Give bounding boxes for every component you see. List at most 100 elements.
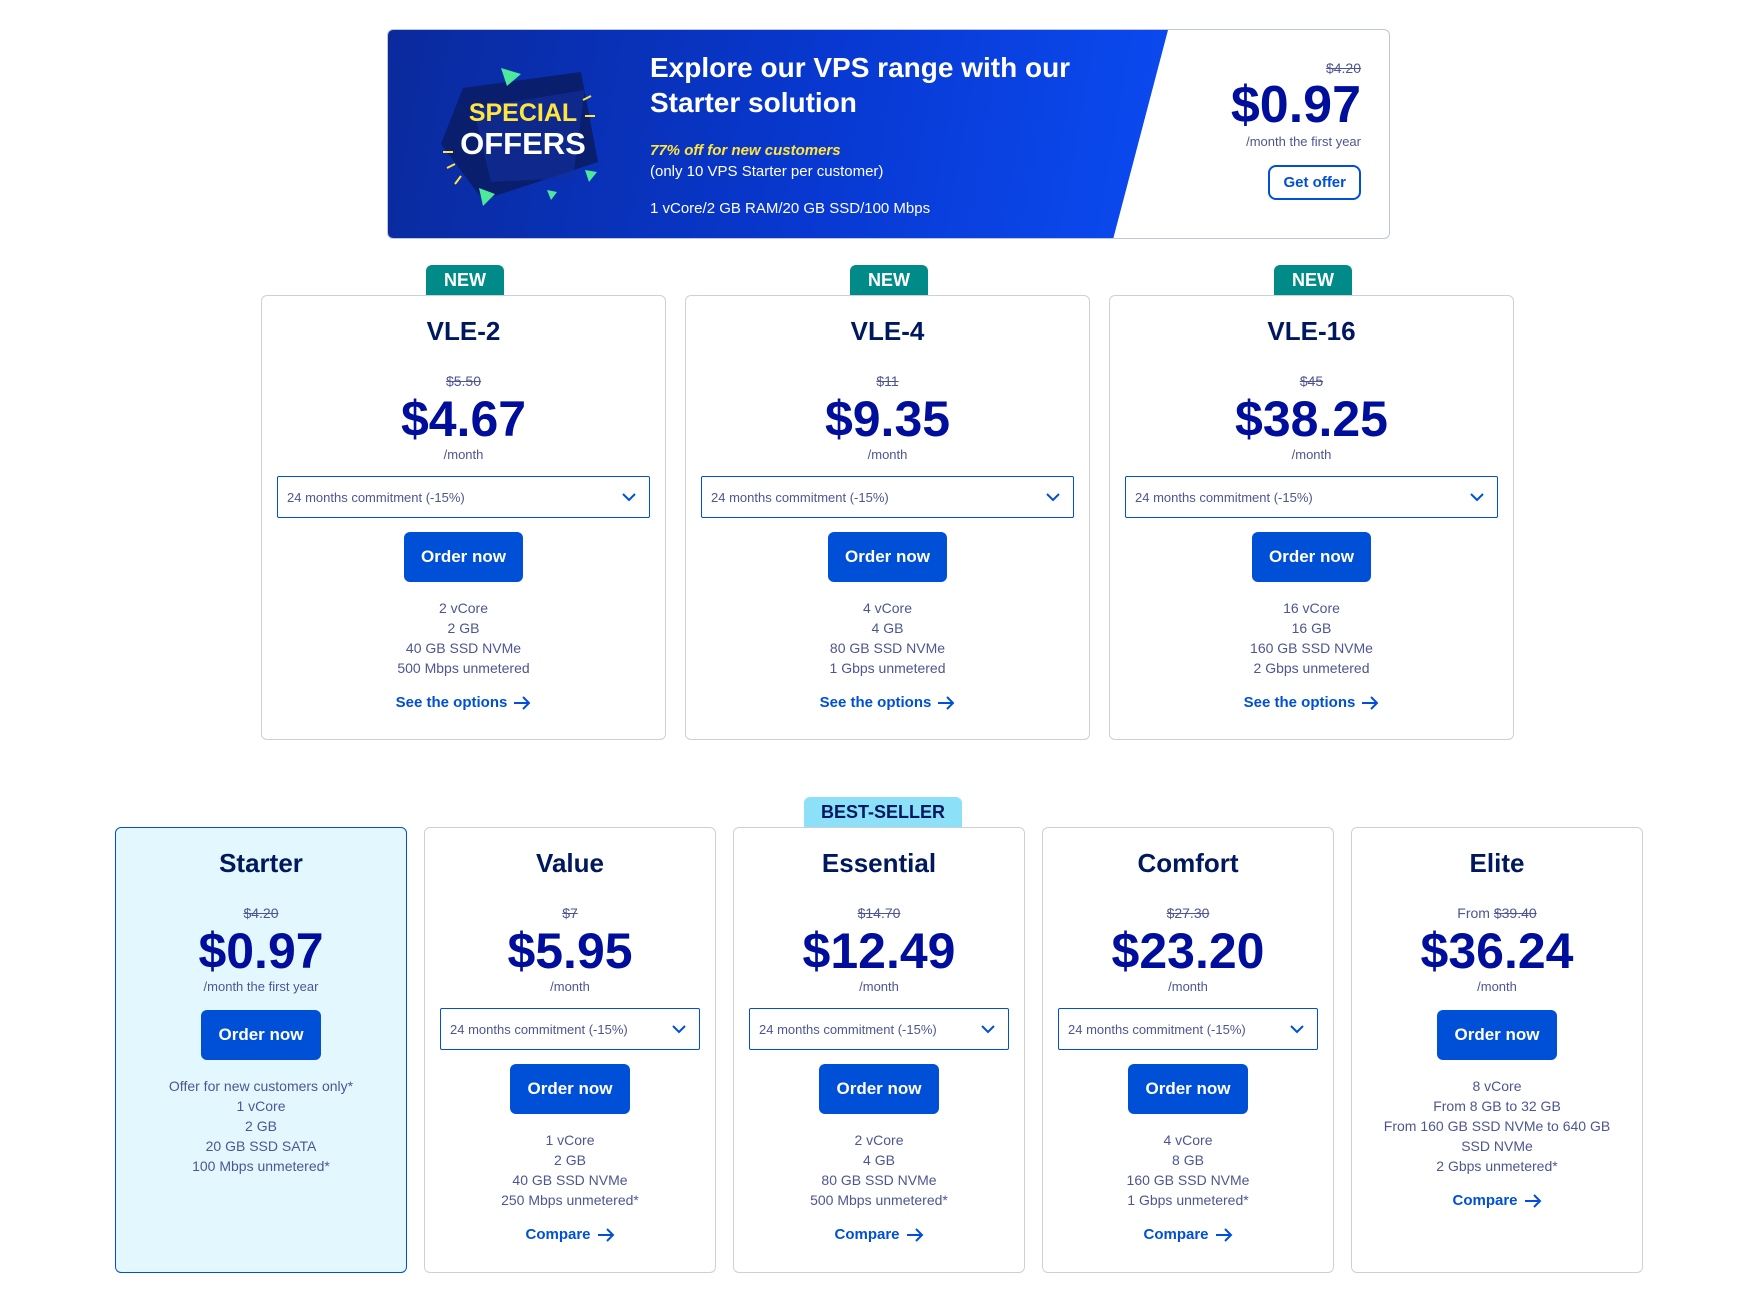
order-now-button[interactable]: Order now	[403, 532, 523, 582]
compare-link[interactable]: Compare	[1143, 1226, 1232, 1243]
price-period: /month	[550, 979, 590, 994]
feature-item: 4 vCore	[1163, 1132, 1213, 1148]
new-tag-vle-4: NEW	[850, 265, 928, 295]
price-period: /month	[867, 447, 908, 462]
plan-card-value: Value $7 $5.95 /month 24 months commitme…	[424, 827, 716, 1273]
compare-label: Compare	[834, 1226, 900, 1243]
order-now-button[interactable]: Order now	[510, 1064, 630, 1114]
best-seller-tag: BEST-SELLER	[804, 797, 963, 827]
plan-card-starter: Starter $4.20 $0.97 /month the first yea…	[115, 827, 407, 1273]
price: $23.20	[1111, 923, 1265, 979]
feature-item: 40 GB SSD NVMe	[405, 640, 522, 656]
banner-note: (only 10 VPS Starter per customer)	[650, 163, 884, 180]
chevron-down-icon	[981, 1025, 995, 1034]
plan-name: Comfort	[1137, 848, 1239, 878]
order-now-button[interactable]: Order now	[1251, 532, 1371, 582]
order-now-button[interactable]: Order now	[1437, 1010, 1557, 1060]
old-price: $45	[1299, 373, 1324, 389]
feature-item: 2 vCore	[438, 600, 489, 616]
order-now-button[interactable]: Order now	[201, 1010, 321, 1060]
plan-name: Starter	[219, 848, 303, 878]
see-options-link[interactable]: See the options	[820, 694, 956, 711]
arrow-right-icon	[1215, 1227, 1232, 1242]
plan-card-essential: Essential $14.70 $12.49 /month 24 months…	[733, 827, 1025, 1273]
commitment-select[interactable]: 24 months commitment (-15%)	[749, 1008, 1009, 1050]
arrow-right-icon	[906, 1227, 923, 1242]
old-price: $7	[562, 905, 578, 921]
banner-price-area: $4.20 $0.97 /month the first year Get of…	[1141, 60, 1361, 200]
see-options-link[interactable]: See the options	[396, 694, 532, 711]
see-options-label: See the options	[1243, 694, 1356, 711]
compare-link[interactable]: Compare	[525, 1226, 614, 1243]
feature-item: 80 GB SSD NVMe	[821, 1172, 937, 1188]
feature-item: 16 vCore	[1283, 600, 1340, 616]
price: $9.35	[824, 391, 951, 447]
old-price: $27.30	[1166, 905, 1210, 921]
plan-name: Elite	[1469, 848, 1525, 878]
compare-link[interactable]: Compare	[834, 1226, 923, 1243]
feature-item: 2 GB	[554, 1152, 586, 1168]
feature-item: 2 GB	[245, 1118, 277, 1134]
feature-item: 160 GB SSD NVMe	[1250, 640, 1373, 656]
commitment-select[interactable]: 24 months commitment (-15%)	[277, 476, 650, 518]
feature-item: 80 GB SSD NVMe	[829, 640, 946, 656]
feature-item: 1 Gbps unmetered	[829, 660, 946, 676]
commitment-select[interactable]: 24 months commitment (-15%)	[1058, 1008, 1318, 1050]
old-price: $39.40	[1493, 905, 1537, 921]
commitment-select[interactable]: 24 months commitment (-15%)	[701, 476, 1074, 518]
commitment-select[interactable]: 24 months commitment (-15%)	[440, 1008, 700, 1050]
price-period: /month the first year	[203, 979, 319, 994]
feature-list: 2 vCore 4 GB 80 GB SSD NVMe 500 Mbps unm…	[734, 1130, 1024, 1210]
new-tag-vle-2: NEW	[426, 265, 504, 295]
plan-name: VLE-4	[850, 316, 925, 346]
special-offers-badge: SPECIAL OFFERS	[441, 68, 598, 206]
feature-item: 16 GB	[1291, 620, 1332, 636]
old-price: $11	[876, 373, 899, 389]
feature-list: 1 vCore 2 GB 40 GB SSD NVMe 250 Mbps unm…	[425, 1130, 715, 1210]
price-period: /month	[443, 447, 484, 462]
order-now-button[interactable]: Order now	[827, 532, 947, 582]
badge-line-2: OFFERS	[460, 126, 586, 161]
compare-link[interactable]: Compare	[1452, 1192, 1541, 1209]
feature-list: 2 vCore 2 GB 40 GB SSD NVMe 500 Mbps unm…	[262, 598, 665, 678]
chevron-down-icon	[622, 493, 636, 502]
banner-title: Explore our VPS range with our Starter s…	[650, 52, 1071, 118]
feature-list: 4 vCore 8 GB 160 GB SSD NVMe 1 Gbps unme…	[1043, 1130, 1333, 1210]
order-now-button[interactable]: Order now	[819, 1064, 939, 1114]
price-period: /month	[1291, 447, 1332, 462]
feature-item: 2 Gbps unmetered*	[1436, 1158, 1558, 1174]
feature-item: 2 Gbps unmetered	[1253, 660, 1370, 676]
commitment-value: 24 months commitment (-15%)	[1068, 1021, 1246, 1037]
plan-card-vle-2: VLE-2 $5.50 $4.67 /month 24 months commi…	[261, 295, 666, 740]
feature-item: 100 Mbps unmetered*	[192, 1158, 330, 1174]
special-offer-banner: SPECIAL OFFERS Explore our VPS range wit…	[387, 29, 1390, 239]
arrow-right-icon	[1362, 695, 1379, 710]
chevron-down-icon	[1046, 493, 1060, 502]
arrow-right-icon	[1524, 1193, 1541, 1208]
new-tag-vle-16: NEW	[1274, 265, 1352, 295]
feature-item: 40 GB SSD NVMe	[512, 1172, 628, 1188]
see-options-link[interactable]: See the options	[1244, 694, 1380, 711]
old-price: $4.20	[243, 905, 279, 921]
price: $4.67	[400, 391, 527, 447]
commitment-value: 24 months commitment (-15%)	[1135, 489, 1313, 505]
plan-card-vle-4: VLE-4 $11 $9.35 /month 24 months commitm…	[685, 295, 1090, 740]
old-price: $14.70	[857, 905, 901, 921]
feature-list: 16 vCore 16 GB 160 GB SSD NVMe 2 Gbps un…	[1110, 598, 1513, 678]
get-offer-button[interactable]: Get offer	[1268, 165, 1361, 200]
chevron-down-icon	[1470, 493, 1484, 502]
feature-item: 1 Gbps unmetered*	[1127, 1192, 1249, 1208]
price: $38.25	[1235, 391, 1388, 447]
price-period: /month	[1477, 979, 1517, 994]
price: $36.24	[1420, 923, 1574, 979]
compare-label: Compare	[1452, 1192, 1518, 1209]
chevron-down-icon	[1290, 1025, 1304, 1034]
feature-item: 160 GB SSD NVMe	[1126, 1172, 1250, 1188]
feature-list: 8 vCore From 8 GB to 32 GB From 160 GB S…	[1352, 1076, 1642, 1176]
feature-item: 500 Mbps unmetered	[397, 660, 530, 676]
plan-name: VLE-16	[1267, 316, 1356, 346]
order-now-button[interactable]: Order now	[1128, 1064, 1248, 1114]
commitment-value: 24 months commitment (-15%)	[711, 489, 889, 505]
banner-period: /month the first year	[1246, 134, 1361, 149]
commitment-select[interactable]: 24 months commitment (-15%)	[1125, 476, 1498, 518]
